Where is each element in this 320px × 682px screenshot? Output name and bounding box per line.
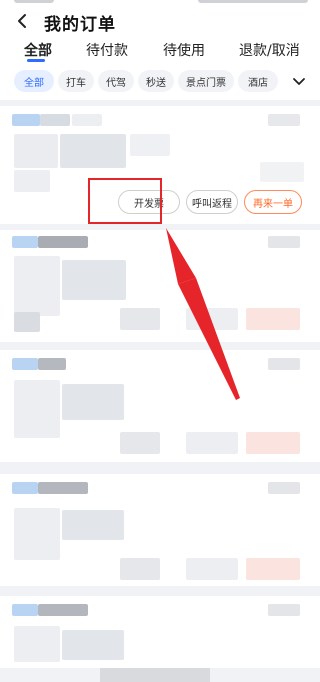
home-indicator (100, 668, 210, 682)
tab-refund-cancel[interactable]: 退款/取消 (239, 40, 300, 60)
order-info (14, 380, 60, 438)
tab-pending-payment[interactable]: 待付款 (86, 40, 128, 60)
order-status (268, 114, 300, 126)
tab-all[interactable]: 全部 (24, 40, 52, 60)
order-info (62, 510, 124, 540)
back-arrow-icon[interactable] (14, 12, 32, 30)
order-action (186, 432, 238, 454)
order-action (246, 432, 300, 454)
chip-attraction-tickets[interactable]: 景点门票 (178, 70, 234, 92)
service-name (38, 358, 66, 370)
status-bar-time (14, 0, 54, 3)
order-info (62, 630, 124, 660)
order-action (186, 558, 238, 580)
order-info (62, 260, 126, 300)
order-info (14, 312, 40, 332)
call-return-button[interactable]: 呼叫返程 (186, 190, 238, 214)
service-extra (72, 114, 102, 126)
order-card[interactable] (0, 230, 320, 342)
order-status (268, 358, 300, 370)
order-card[interactable] (0, 474, 320, 586)
order-action (186, 308, 238, 330)
order-status-tabs: 全部 待付款 待使用 退款/取消 (0, 34, 320, 62)
order-price (260, 162, 304, 182)
order-info (14, 626, 60, 662)
chip-taxi[interactable]: 打车 (58, 70, 94, 92)
status-bar-indicators (198, 0, 308, 3)
reorder-button[interactable]: 再来一单 (244, 190, 302, 214)
order-action (120, 558, 160, 580)
order-info (14, 508, 60, 560)
annotation-highlight-box (88, 178, 162, 224)
category-filter-bar: 全部 打车 代驾 秒送 景点门票 酒店 (0, 62, 320, 100)
order-status (268, 482, 300, 494)
service-name (38, 236, 88, 248)
order-info (14, 256, 60, 316)
tab-pending-use[interactable]: 待使用 (163, 40, 205, 60)
service-icon (12, 604, 38, 616)
order-action (246, 558, 300, 580)
order-info (130, 134, 170, 156)
order-action (120, 308, 160, 330)
order-card[interactable] (0, 350, 320, 462)
service-icon (12, 114, 40, 126)
service-name (38, 482, 88, 494)
order-card[interactable] (0, 596, 320, 668)
chevron-down-icon[interactable] (290, 74, 308, 90)
chip-express-delivery[interactable]: 秒送 (138, 70, 174, 92)
order-info (60, 134, 126, 168)
chip-hotel[interactable]: 酒店 (238, 70, 278, 92)
order-status (268, 236, 300, 248)
order-info (62, 384, 124, 420)
service-name (38, 604, 88, 616)
chip-all[interactable]: 全部 (14, 70, 54, 92)
order-info (14, 170, 50, 192)
service-name (40, 114, 70, 126)
order-info (14, 134, 58, 168)
service-icon (12, 482, 38, 494)
order-action (246, 308, 300, 330)
page-title: 我的订单 (44, 15, 116, 35)
order-action (120, 432, 160, 454)
chip-designated-driver[interactable]: 代驾 (98, 70, 134, 92)
service-icon (12, 358, 38, 370)
order-status (268, 604, 300, 616)
service-icon (12, 236, 38, 248)
header: 我的订单 (0, 6, 320, 35)
